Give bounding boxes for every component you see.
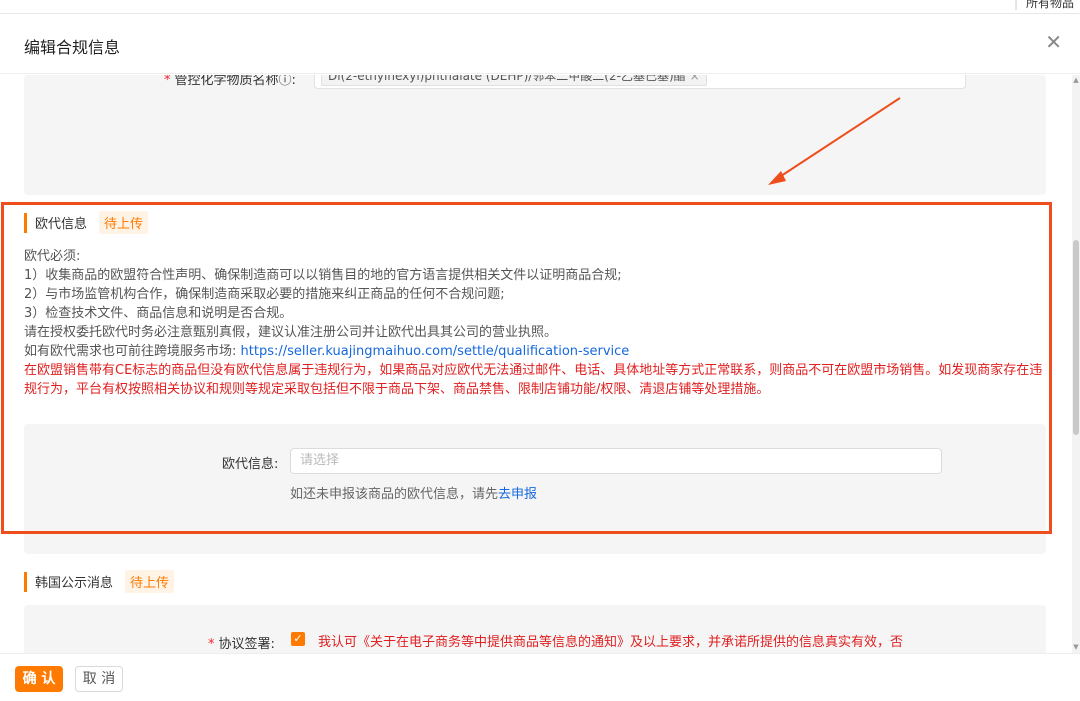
agreement-text: 我认可《关于在电子商务等中提供商品等信息的通知》及以上要求，并承诺所提供的信息真… (318, 635, 904, 650)
agreement-checkbox[interactable]: ✓ (291, 632, 305, 646)
scrollbar-thumb[interactable] (1073, 240, 1079, 435)
cancel-button[interactable]: 取 消 (75, 666, 123, 692)
agreement-label: * 协议签署: (208, 637, 275, 652)
scroll-up-icon[interactable]: ▲ (1072, 76, 1080, 84)
confirm-button[interactable]: 确 认 (15, 666, 63, 692)
annotation-arrow-icon (768, 97, 901, 185)
dialog-footer: 确 认 取 消 (0, 653, 1080, 701)
scroll-down-icon[interactable]: ▼ (1072, 643, 1080, 651)
